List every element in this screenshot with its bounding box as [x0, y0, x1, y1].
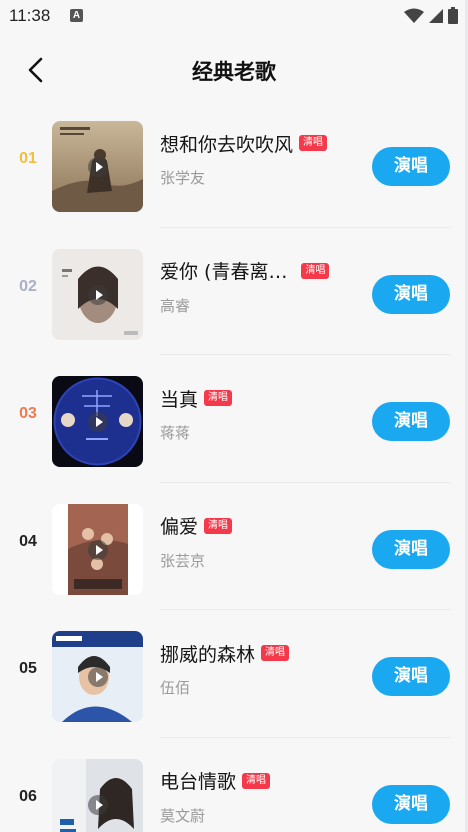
sing-button[interactable]: 演唱 [372, 529, 450, 569]
album-cover[interactable] [52, 503, 143, 595]
header: 经典老歌 [0, 40, 468, 100]
play-icon [88, 157, 108, 177]
acapella-tag: 清唱 [242, 772, 271, 789]
acapella-tag: 清唱 [299, 135, 328, 151]
album-cover[interactable] [52, 248, 143, 340]
song-title: 爱你 (青春离… [160, 261, 288, 283]
album-cover[interactable] [52, 121, 143, 212]
screen: 11:38 A 经典老歌 01 想和你去吹吹风 清唱 张学友 演唱 02 爱你 … [0, 0, 468, 832]
play-icon [88, 284, 108, 305]
page-title: 经典老歌 [192, 60, 276, 84]
list-item[interactable]: 02 爱你 (青春离… 清唱 高睿 演唱 [0, 228, 468, 355]
song-title: 电台情歌 [160, 771, 237, 793]
play-icon [88, 412, 108, 432]
artist-name: 蒋蒋 [160, 424, 191, 442]
sing-button[interactable]: 演唱 [372, 402, 450, 441]
battery-icon [448, 7, 458, 24]
play-icon [88, 539, 108, 560]
acapella-tag: 清唱 [301, 262, 330, 279]
rank-number: 03 [19, 405, 37, 422]
list-item[interactable]: 04 偏爱 清唱 张芸京 演唱 [0, 483, 468, 610]
list-item[interactable]: 05 挪威的森林 清唱 伍佰 演唱 [0, 610, 468, 738]
sing-button[interactable]: 演唱 [372, 274, 450, 314]
status-time: 11:38 [9, 6, 51, 25]
rank-number: 06 [19, 787, 37, 805]
artist-name: 张芸京 [160, 551, 206, 570]
sing-button[interactable]: 演唱 [372, 147, 450, 186]
sing-button[interactable]: 演唱 [372, 784, 450, 824]
song-title: 挪威的森林 [160, 643, 256, 666]
rank-number: 01 [19, 150, 37, 167]
list-item[interactable]: 06 电台情歌 清唱 莫文蔚 演唱 [0, 738, 468, 832]
status-icons [404, 7, 458, 24]
artist-name: 伍佰 [160, 679, 191, 697]
song-title: 偏爱 [160, 516, 199, 538]
album-cover[interactable] [52, 631, 143, 722]
list-item[interactable]: 01 想和你去吹吹风 清唱 张学友 演唱 [0, 100, 468, 228]
keyboard-indicator-icon: A [70, 9, 83, 22]
acapella-tag: 清唱 [261, 645, 290, 661]
play-icon [88, 794, 108, 815]
status-bar: 11:38 A [0, 0, 468, 32]
sing-button[interactable]: 演唱 [372, 657, 450, 696]
song-title: 想和你去吹吹风 [160, 133, 294, 156]
artist-name: 莫文蔚 [160, 806, 206, 825]
list-item[interactable]: 03 当真 清唱 蒋蒋 演唱 [0, 355, 468, 483]
rank-number: 04 [19, 532, 37, 550]
album-cover[interactable] [52, 758, 143, 832]
play-icon [88, 667, 108, 687]
rank-number: 02 [19, 277, 37, 295]
rank-number: 05 [19, 660, 37, 677]
song-title: 当真 [160, 388, 199, 411]
wifi-icon [404, 8, 424, 23]
song-list: 01 想和你去吹吹风 清唱 张学友 演唱 02 爱你 (青春离… 清唱 高睿 演… [0, 100, 468, 832]
album-cover[interactable] [52, 376, 143, 467]
acapella-tag: 清唱 [204, 390, 233, 406]
signal-icon [429, 8, 443, 23]
artist-name: 张学友 [160, 169, 206, 187]
artist-name: 高睿 [160, 296, 191, 315]
acapella-tag: 清唱 [204, 517, 233, 534]
